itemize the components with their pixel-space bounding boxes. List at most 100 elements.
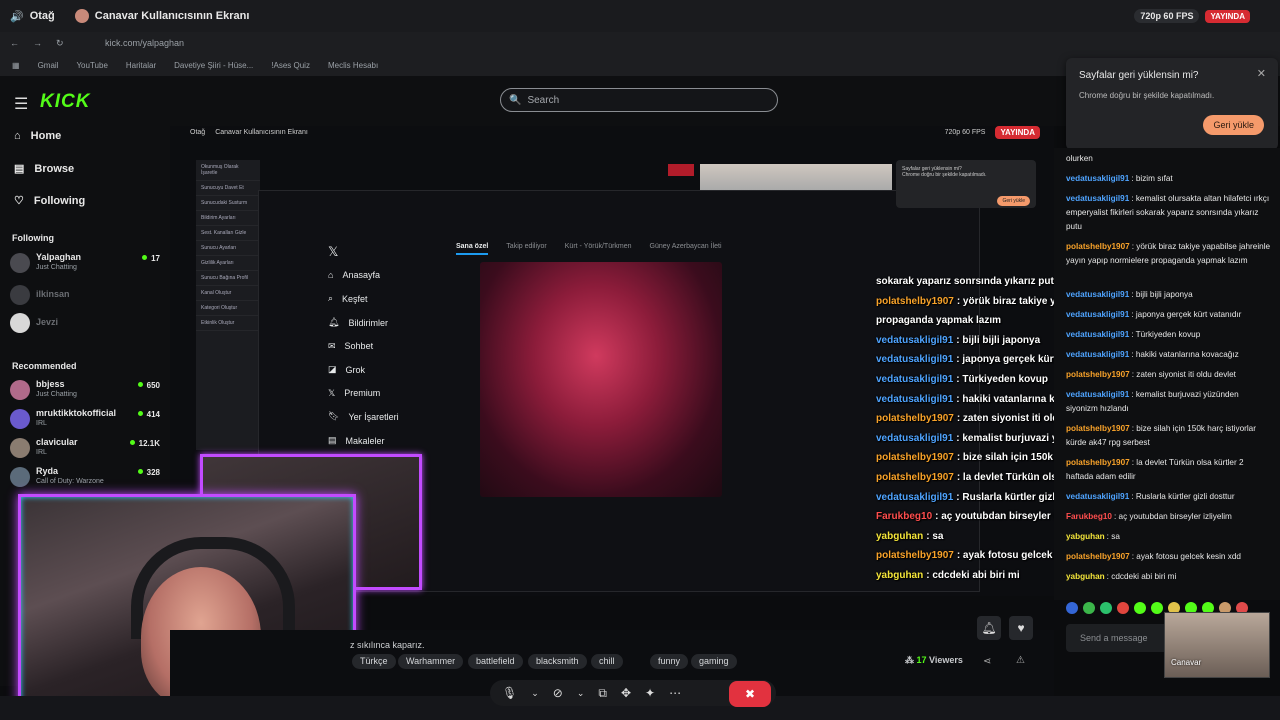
camera-off-icon[interactable]: ⊘: [553, 686, 563, 700]
bookmark-item[interactable]: Davetiye Şiiri - Hüse...: [174, 61, 253, 70]
chat-text: olurken: [1066, 154, 1093, 163]
menu-item: Sest. Kanalları Gizle: [196, 226, 260, 241]
activities-icon[interactable]: ✥: [621, 686, 631, 700]
chat-username[interactable]: vedatusakligil91: [1066, 174, 1129, 183]
chat-username[interactable]: vedatusakligil91: [1066, 492, 1129, 501]
channel-item[interactable]: ilkinsan: [10, 284, 162, 308]
emote-icon[interactable]: [1066, 602, 1078, 614]
forward-icon[interactable]: →: [33, 38, 42, 49]
tag[interactable]: funny: [650, 654, 689, 669]
chat-username[interactable]: polatshelby1907: [1066, 242, 1130, 251]
mic-icon[interactable]: 🎙︎: [502, 686, 517, 700]
chat-username[interactable]: polatshelby1907: [876, 413, 954, 424]
share-icon[interactable]: ⋖: [983, 656, 991, 667]
close-icon[interactable]: ✕: [1257, 67, 1266, 80]
channel-item[interactable]: Ryda Call of Duty: Warzone 328: [10, 466, 162, 490]
nav-following[interactable]: ♡ Following: [14, 194, 85, 208]
bookmark-icon: 🔖︎: [328, 411, 340, 422]
kick-logo[interactable]: KICK: [40, 91, 90, 113]
back-icon[interactable]: ←: [10, 38, 19, 49]
chat-username[interactable]: yabguhan: [876, 531, 923, 542]
chat-username[interactable]: vedatusakligil91: [876, 433, 953, 444]
chat-username[interactable]: vedatusakligil91: [1066, 194, 1129, 203]
tag[interactable]: Türkçe: [352, 654, 396, 669]
channel-item[interactable]: mruktikktokofficial IRL 414: [10, 408, 162, 432]
chat-username[interactable]: Farukbeg10: [1066, 512, 1112, 521]
more-icon[interactable]: ⋯: [669, 686, 681, 700]
screenshare-icon[interactable]: ⧉: [598, 686, 607, 701]
chat-username[interactable]: polatshelby1907: [876, 472, 954, 483]
chat-text: : bijli bijli japonya: [1131, 290, 1193, 299]
reload-icon[interactable]: ↻: [56, 38, 64, 49]
bookmark-item[interactable]: Gmail: [38, 61, 59, 70]
emote-icon[interactable]: [1083, 602, 1095, 614]
apps-icon[interactable]: ▦: [12, 61, 20, 70]
avatar: [10, 438, 30, 458]
article-icon: ▤: [328, 435, 337, 446]
nav-browse[interactable]: ▤ Browse: [14, 162, 74, 176]
chat-username[interactable]: yabguhan: [876, 570, 923, 581]
emote-icon[interactable]: [1134, 602, 1146, 614]
chat-input[interactable]: Send a message: [1066, 624, 1168, 652]
chat-username[interactable]: vedatusakligil91: [876, 335, 953, 346]
report-icon[interactable]: ⚠: [1016, 655, 1025, 666]
soundboard-icon[interactable]: ✦: [645, 686, 655, 700]
nav-home[interactable]: ⌂ Home: [14, 130, 61, 142]
viewers-icon: ⁂: [905, 655, 914, 665]
chevron-down-icon[interactable]: ⌄: [531, 688, 539, 699]
tag[interactable]: gaming: [691, 654, 737, 669]
channel-item[interactable]: bbjess Just Chatting 650: [10, 379, 162, 403]
menu-item: Sunucudaki Susturm: [196, 196, 260, 211]
chat-username[interactable]: yabguhan: [1066, 572, 1105, 581]
chat-username[interactable]: polatshelby1907: [1066, 424, 1130, 433]
menu-item: Kanal Oluştur: [196, 286, 260, 301]
end-call-button[interactable]: ✖: [729, 681, 771, 707]
channel-item[interactable]: Yalpaghan Just Chatting 17: [10, 252, 162, 276]
url-field[interactable]: kick.com/yalpaghan: [105, 38, 184, 48]
chat-username[interactable]: vedatusakligil91: [876, 374, 953, 385]
chat-username[interactable]: vedatusakligil91: [1066, 290, 1129, 299]
chevron-down-icon[interactable]: ⌄: [577, 688, 585, 699]
search-input[interactable]: 🔍 Search: [500, 88, 778, 112]
chat-username[interactable]: vedatusakligil91: [1066, 330, 1129, 339]
menu-icon[interactable]: ☰: [14, 94, 28, 114]
bookmark-item[interactable]: Haritalar: [126, 61, 156, 70]
heart-icon: ♡: [14, 195, 24, 207]
bookmark-item[interactable]: Meclis Hesabı: [328, 61, 378, 70]
volume-icon[interactable]: 🔊: [10, 10, 24, 23]
chat-username[interactable]: polatshelby1907: [1066, 370, 1130, 379]
tag[interactable]: chill: [591, 654, 623, 669]
chat-username[interactable]: polatshelby1907: [876, 452, 954, 463]
emote-icon[interactable]: [1117, 602, 1129, 614]
bookmark-item[interactable]: !Ases Quiz: [271, 61, 310, 70]
chat-message: polatshelby1907: ayak fotosu gelcek kesi…: [1066, 550, 1272, 564]
chat-username[interactable]: polatshelby1907: [876, 296, 954, 307]
bookmark-item[interactable]: YouTube: [76, 61, 107, 70]
chat-username[interactable]: vedatusakligil91: [1066, 350, 1129, 359]
emote-icon[interactable]: [1151, 602, 1163, 614]
chat-text: sokarak yaparız sonrsında yıkarız putu: [876, 276, 1060, 287]
chat-username[interactable]: vedatusakligil91: [876, 354, 953, 365]
tag[interactable]: blacksmith: [528, 654, 587, 669]
x-logo-icon: 𝕏: [328, 243, 339, 259]
chat-username[interactable]: vedatusakligil91: [1066, 390, 1129, 399]
chat-text: : Türkiyeden kovup: [956, 374, 1048, 385]
tag[interactable]: Warhammer: [398, 654, 464, 669]
chat-username[interactable]: vedatusakligil91: [876, 394, 953, 405]
emote-icon[interactable]: [1100, 602, 1112, 614]
chat-username[interactable]: vedatusakligil91: [876, 492, 953, 503]
chat-username[interactable]: polatshelby1907: [1066, 458, 1130, 467]
chat-username[interactable]: Farukbeg10: [876, 511, 932, 522]
channel-item[interactable]: clavicular IRL 12.1K: [10, 437, 162, 461]
tag[interactable]: battlefield: [468, 654, 523, 669]
heart-icon[interactable]: ♥: [1009, 616, 1033, 640]
chat-username[interactable]: polatshelby1907: [876, 550, 954, 561]
chat-username[interactable]: vedatusakligil91: [1066, 310, 1129, 319]
bell-icon[interactable]: 🔔︎: [977, 616, 1001, 640]
restore-button[interactable]: Geri yükle: [1203, 115, 1264, 135]
chat-username[interactable]: yabguhan: [1066, 532, 1105, 541]
chat-username[interactable]: polatshelby1907: [1066, 552, 1130, 561]
channel-item[interactable]: Jevzi: [10, 312, 162, 336]
x-nav-item: 🔖︎ Yer İşaretleri: [328, 411, 399, 422]
x-sidebar-nav: 𝕏 ⌂ Anasayfa ⌕ Keşfet 🔔︎ Bildirimler ✉ Sohbe…: [328, 240, 428, 452]
